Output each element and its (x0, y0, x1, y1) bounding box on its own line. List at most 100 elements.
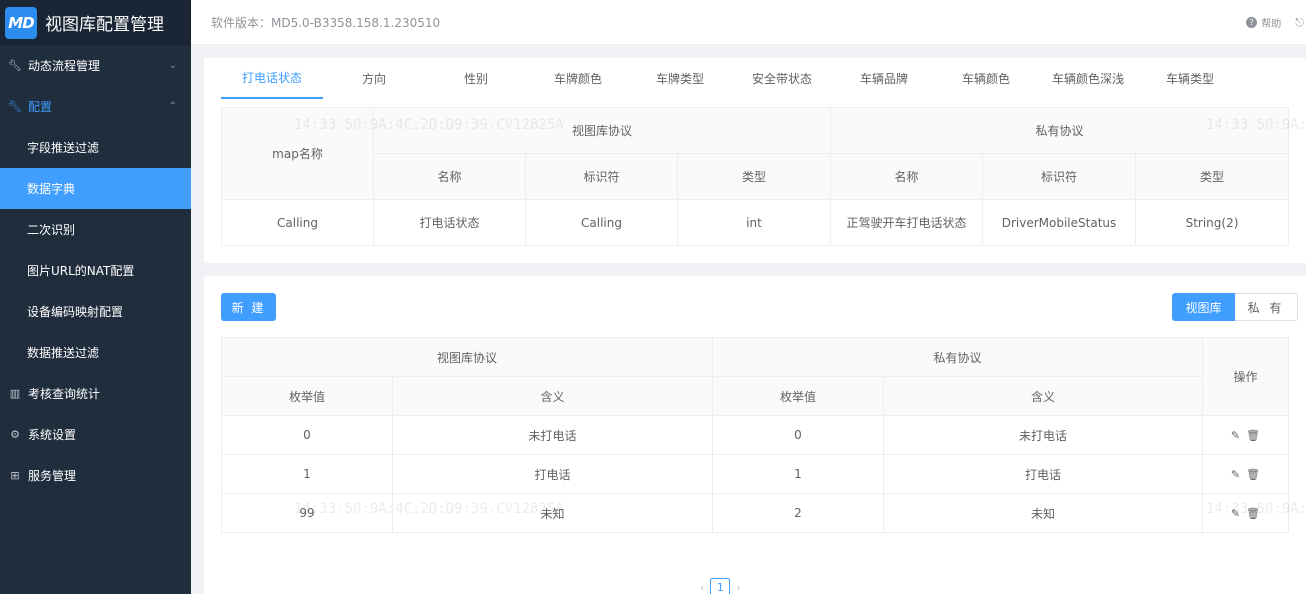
private-toggle[interactable]: 私 有 (1235, 293, 1298, 321)
trash-icon[interactable]: 🗑︎ (1246, 507, 1260, 520)
row-actions: ✎ 🗑︎ (1202, 415, 1289, 455)
column-header: 枚举值 (712, 376, 884, 416)
tab-vehicle-color[interactable]: 车辆颜色 (935, 58, 1037, 99)
column-header: 类型 (677, 153, 831, 200)
table-cell: String(2) (1135, 199, 1289, 246)
table-row: Calling 打电话状态 Calling int 正驾驶开车打电话状态 Dri… (221, 199, 1289, 246)
bar-chart-icon: ▥ (9, 387, 21, 400)
row-actions: ✎ 🗑︎ (1202, 493, 1289, 533)
wrench-icon: 🔧︎ (8, 100, 22, 113)
table-cell: 2 (712, 493, 884, 533)
sidebar-item-config[interactable]: 🔧︎ 配置 ⌃ (0, 86, 191, 127)
tab-vehicle-color-depth[interactable]: 车辆颜色深浅 (1037, 58, 1139, 99)
table-row: 0 未打电话 0 未打电话 ✎ 🗑︎ (221, 415, 1289, 455)
group-header-view-library: 视图库协议 (373, 107, 831, 154)
protocol-toggle: 视图库 私 有 (1172, 293, 1298, 321)
group-header-private: 私有协议 (830, 107, 1289, 154)
group-header-view-library: 视图库协议 (221, 337, 713, 377)
top-header: 软件版本：MD5.0-B3358.158.1.230510 ? 帮助 ⎋ (191, 0, 1306, 45)
sidebar: MD 视图库配置管理 🔧︎ 动态流程管理 ⌄ 🔧︎ 配置 ⌃ 字段推送过滤 数据… (0, 0, 191, 594)
app-title: 视图库配置管理 (45, 15, 164, 35)
table-cell: 99 (221, 493, 393, 533)
wrench-icon: 🔧︎ (8, 59, 22, 72)
operations-header: 操作 (1202, 337, 1289, 416)
trash-icon[interactable]: 🗑︎ (1246, 429, 1260, 442)
sidebar-item-label: 配置 (28, 100, 53, 114)
column-header: 含义 (392, 376, 713, 416)
row-actions: ✎ 🗑︎ (1202, 454, 1289, 494)
help-icon[interactable]: ? (1246, 17, 1258, 28)
page-number[interactable]: 1 (710, 578, 731, 594)
tab-direction[interactable]: 方向 (323, 58, 425, 99)
table-row: 99 未知 2 未知 ✎ 🗑︎ (221, 493, 1289, 533)
table-cell: 未打电话 (883, 415, 1203, 455)
tab-calling-status[interactable]: 打电话状态 (221, 58, 323, 99)
table-row: 1 打电话 1 打电话 ✎ 🗑︎ (221, 454, 1289, 494)
sidebar-item-label: 服务管理 (28, 469, 77, 483)
column-header: 名称 (373, 153, 526, 200)
help-link[interactable]: 帮助 (1261, 15, 1281, 30)
sidebar-subitem-data-push-filter[interactable]: 数据推送过滤 (0, 332, 191, 373)
trash-icon[interactable]: 🗑︎ (1246, 468, 1260, 481)
table-cell: Calling (221, 199, 374, 246)
table-cell: 未打电话 (392, 415, 713, 455)
map-name-header: map名称 (221, 107, 374, 200)
sidebar-item-dynamic-flow[interactable]: 🔧︎ 动态流程管理 ⌄ (0, 45, 191, 86)
sidebar-subitem-device-code-mapping[interactable]: 设备编码映射配置 (0, 291, 191, 332)
logo-row: MD 视图库配置管理 (0, 0, 191, 45)
grid-icon: ⊞ (10, 469, 20, 482)
sidebar-subitem-secondary-recognition[interactable]: 二次识别 (0, 209, 191, 250)
edit-icon[interactable]: ✎ (1231, 468, 1240, 481)
table-cell: 打电话状态 (373, 199, 526, 246)
sidebar-item-assessment-stats[interactable]: ▥ 考核查询统计 (0, 373, 191, 414)
enum-table: 视图库协议 私有协议 操作 枚举值 含义 枚举值 含义 0 未打电话 0 未打电… (221, 337, 1289, 533)
sidebar-subitem-image-url-nat[interactable]: 图片URL的NAT配置 (0, 250, 191, 291)
next-page-icon[interactable]: › (736, 581, 740, 594)
sidebar-item-system-settings[interactable]: ⚙ 系统设置 (0, 414, 191, 455)
new-button[interactable]: 新 建 (221, 293, 276, 321)
software-version: 软件版本：MD5.0-B3358.158.1.230510 (211, 15, 441, 30)
table-cell: 未知 (392, 493, 713, 533)
edit-icon[interactable]: ✎ (1231, 507, 1240, 520)
table-cell: 1 (221, 454, 393, 494)
logout-icon[interactable]: ⎋ (1295, 16, 1304, 30)
header-actions: ? 帮助 ⎋ (1246, 0, 1306, 45)
column-header: 标识符 (525, 153, 678, 200)
tab-vehicle-brand[interactable]: 车辆品牌 (833, 58, 935, 99)
sidebar-subitem-field-push-filter[interactable]: 字段推送过滤 (0, 127, 191, 168)
column-header: 名称 (830, 153, 983, 200)
sidebar-item-label: 考核查询统计 (28, 387, 101, 401)
column-header: 标识符 (982, 153, 1136, 200)
tab-plate-color[interactable]: 车牌颜色 (527, 58, 629, 99)
tab-vehicle-type[interactable]: 车辆类型 (1139, 58, 1241, 99)
mapping-card: 打电话状态 方向 性别 车牌颜色 车牌类型 安全带状态 车辆品牌 车辆颜色 车辆… (204, 58, 1306, 263)
table-cell: 打电话 (392, 454, 713, 494)
tab-gender[interactable]: 性别 (425, 58, 527, 99)
column-header: 含义 (883, 376, 1203, 416)
table-cell: 0 (221, 415, 393, 455)
table-cell: 未知 (883, 493, 1203, 533)
sidebar-subitem-data-dictionary[interactable]: 数据字典 (0, 168, 191, 209)
table-cell: Calling (525, 199, 678, 246)
table-cell: 0 (712, 415, 884, 455)
app-logo: MD (5, 6, 37, 39)
chevron-up-icon: ⌃ (168, 101, 177, 112)
table-cell: 打电话 (883, 454, 1203, 494)
sidebar-item-label: 动态流程管理 (28, 59, 101, 73)
prev-page-icon[interactable]: ‹ (700, 581, 704, 594)
tab-seatbelt-status[interactable]: 安全带状态 (731, 58, 833, 99)
edit-icon[interactable]: ✎ (1231, 429, 1240, 442)
group-header-private: 私有协议 (712, 337, 1203, 377)
sidebar-item-service-management[interactable]: ⊞ 服务管理 (0, 455, 191, 496)
table-cell: DriverMobileStatus (982, 199, 1136, 246)
gear-icon: ⚙ (10, 428, 20, 441)
enum-card: 新 建 视图库 私 有 视图库协议 私有协议 操作 枚举值 含义 枚举值 含义 … (204, 276, 1306, 594)
tab-plate-type[interactable]: 车牌类型 (629, 58, 731, 99)
column-header: 枚举值 (221, 376, 393, 416)
chevron-down-icon: ⌄ (168, 60, 177, 71)
table-cell: int (677, 199, 831, 246)
mapping-table: map名称 视图库协议 私有协议 名称 标识符 类型 名称 标识符 类型 Cal… (221, 107, 1289, 246)
table-cell: 正驾驶开车打电话状态 (830, 199, 983, 246)
view-library-toggle[interactable]: 视图库 (1172, 293, 1235, 321)
table-cell: 1 (712, 454, 884, 494)
